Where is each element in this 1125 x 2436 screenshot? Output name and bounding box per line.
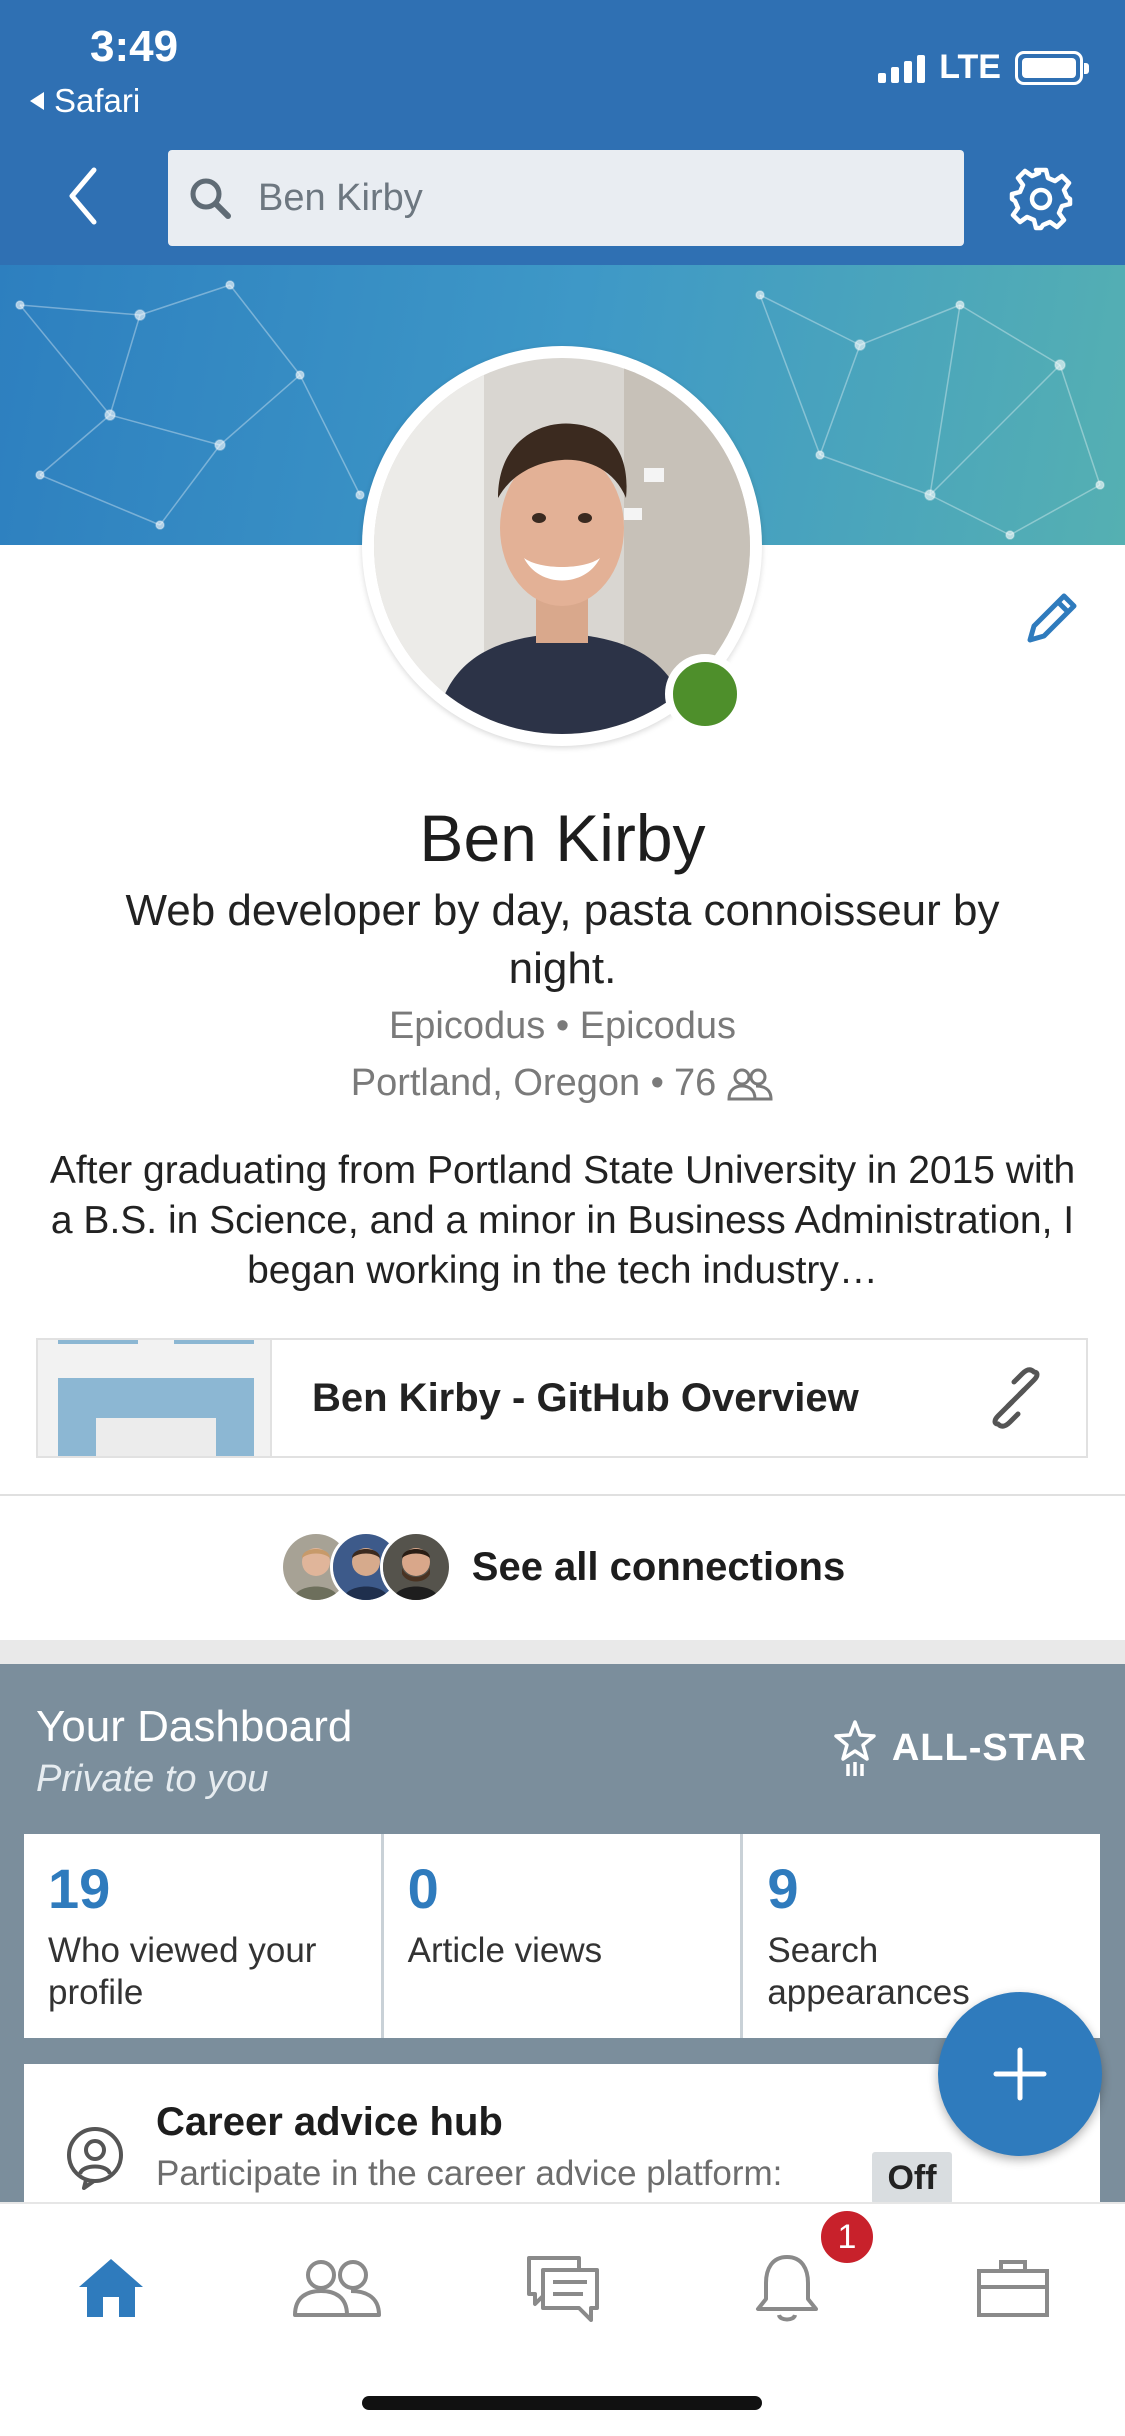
stat-article-views[interactable]: 0 Article views xyxy=(384,1834,744,2038)
signal-icon xyxy=(878,53,926,83)
avatar xyxy=(379,1531,452,1603)
jobs-icon xyxy=(977,2260,1049,2317)
top-bar: 3:49 Safari LTE xyxy=(0,0,1125,265)
dashboard-stats: 19 Who viewed your profile 0 Article vie… xyxy=(24,1834,1100,2038)
status-time: 3:49 xyxy=(90,22,179,71)
star-icon xyxy=(834,1720,876,1776)
all-star-label: ALL-STAR xyxy=(891,1726,1087,1769)
connections-count[interactable]: 76 xyxy=(674,1062,716,1105)
people-icon xyxy=(727,1068,773,1100)
add-button[interactable] xyxy=(938,1992,1102,2156)
see-all-connections-button[interactable]: See all connections xyxy=(0,1522,1125,1612)
see-all-connections-label: See all connections xyxy=(471,1544,846,1589)
career-advice-toggle[interactable]: Off xyxy=(872,2152,952,2204)
online-status-indicator xyxy=(665,654,745,734)
section-divider xyxy=(0,1494,1125,1496)
career-advice-description: Participate in the career advice platfor… xyxy=(156,2154,783,2193)
profile-company[interactable]: Epicodus • Epicodus xyxy=(0,1005,1125,1048)
section-separator xyxy=(0,1640,1125,1664)
connection-avatars xyxy=(279,1531,452,1603)
people-icon xyxy=(293,2260,381,2317)
career-advice-icon xyxy=(67,2127,123,2190)
featured-link-card[interactable]: Ben Kirby - GitHub Overview xyxy=(36,1338,1088,1458)
back-chevron-icon[interactable] xyxy=(62,166,102,226)
notification-count-badge: 1 xyxy=(818,2208,876,2266)
edit-pencil-icon[interactable] xyxy=(1020,586,1084,650)
link-title: Ben Kirby - GitHub Overview xyxy=(312,1375,859,1420)
home-indicator[interactable] xyxy=(362,2396,762,2410)
dashboard-subtitle: Private to you xyxy=(36,1758,269,1800)
stat-label: Article views xyxy=(407,1931,603,1970)
plus-icon xyxy=(993,2047,1047,2101)
tab-messaging[interactable] xyxy=(508,2238,618,2338)
tab-network[interactable] xyxy=(282,2238,392,2338)
stat-label: Who viewed your profile xyxy=(48,1931,317,2012)
stat-value: 9 xyxy=(767,1857,799,1920)
back-triangle-icon xyxy=(30,92,44,110)
profile-headline: Web developer by day, pasta connoisseur … xyxy=(125,886,1000,993)
battery-icon xyxy=(1015,50,1089,85)
back-app-label: Safari xyxy=(54,82,141,119)
dashboard-title: Your Dashboard xyxy=(36,1702,353,1751)
search-input[interactable] xyxy=(258,176,938,220)
tab-home[interactable] xyxy=(56,2238,166,2338)
messages-icon xyxy=(527,2256,599,2322)
all-star-badge[interactable]: ALL-STAR xyxy=(832,1718,1087,1778)
profile-location-row: Portland, Oregon • 76 xyxy=(0,1062,1125,1105)
notifications-icon xyxy=(756,2255,818,2322)
link-chain-icon xyxy=(992,1367,1040,1429)
tab-jobs[interactable] xyxy=(958,2238,1068,2338)
career-advice-title: Career advice hub xyxy=(156,2100,503,2144)
back-to-app-link[interactable]: Safari xyxy=(28,82,140,120)
home-icon xyxy=(79,2259,143,2317)
status-indicators: LTE xyxy=(878,48,1089,87)
stat-who-viewed[interactable]: 19 Who viewed your profile xyxy=(24,1834,384,2038)
profile-location: Portland, Oregon • xyxy=(350,1062,664,1104)
link-thumbnail xyxy=(38,1340,272,1456)
profile-name: Ben Kirby xyxy=(419,801,706,875)
stat-value: 19 xyxy=(48,1857,111,1920)
stat-value: 0 xyxy=(407,1857,439,1920)
network-label: LTE xyxy=(939,48,1001,86)
profile-summary[interactable]: After graduating from Portland State Uni… xyxy=(40,1146,1085,1296)
gear-icon[interactable] xyxy=(1008,166,1074,232)
search-bar[interactable] xyxy=(168,150,964,246)
search-icon xyxy=(190,178,231,219)
